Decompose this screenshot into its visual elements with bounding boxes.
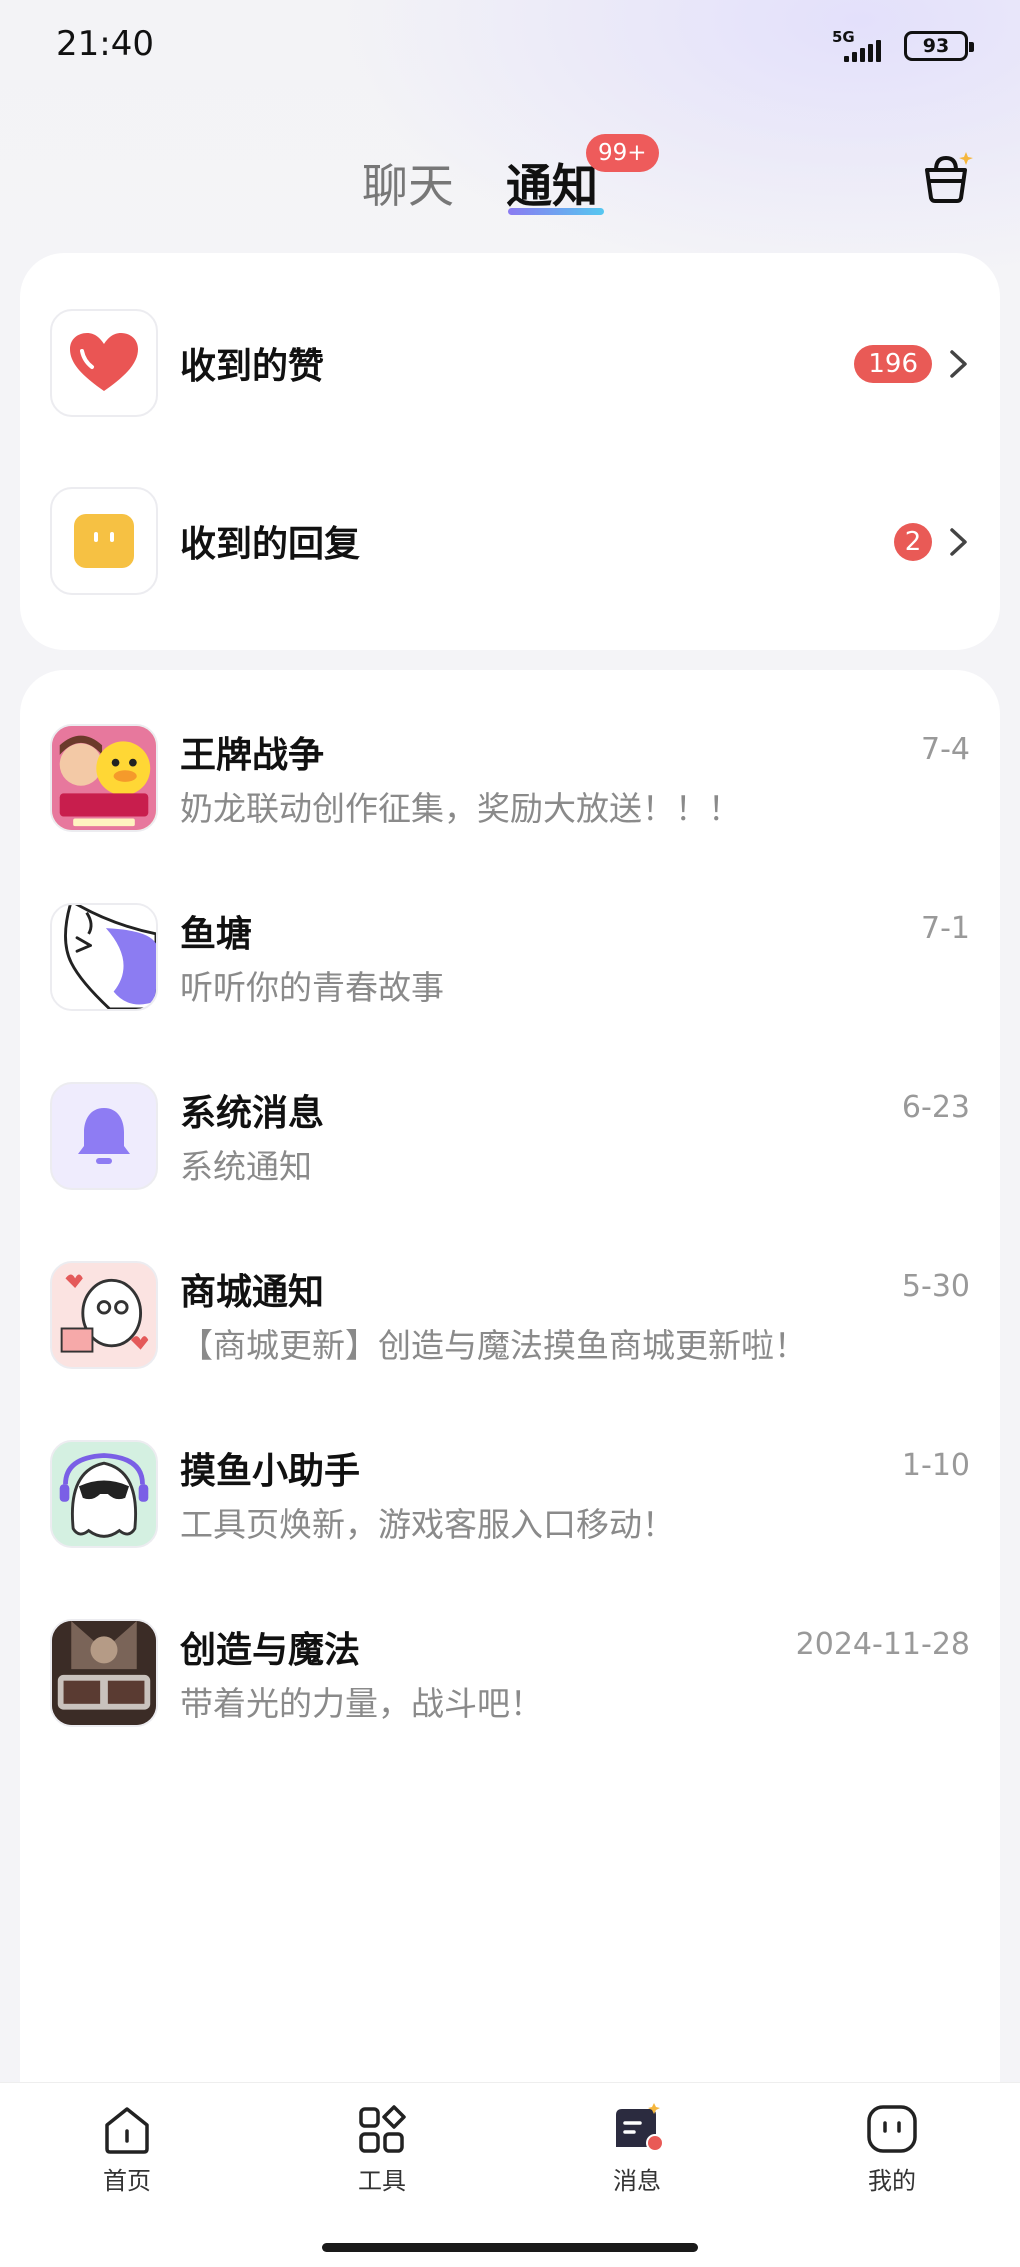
nav-profile-label: 我的	[868, 2167, 916, 2195]
nav-tools[interactable]: 工具	[322, 2103, 442, 2196]
tab-chat[interactable]: 聊天	[362, 150, 454, 216]
notification-subtitle: 听听你的青春故事	[180, 968, 444, 1007]
heart-icon	[50, 309, 158, 417]
home-indicator[interactable]	[322, 2243, 698, 2252]
nav-profile[interactable]: 我的	[832, 2103, 952, 2196]
notification-date: 2024-11-28	[795, 1627, 970, 1662]
list-item[interactable]: 创造与魔法 带着光的力量，战斗吧！ 2024-11-28	[20, 1619, 1000, 1729]
nav-messages[interactable]: 消息	[577, 2103, 697, 2196]
likes-count-badge: 196	[854, 345, 932, 383]
notification-subtitle: 系统通知	[180, 1147, 312, 1186]
replies-received-title: 收到的回复	[180, 524, 361, 565]
replies-count-badge: 2	[894, 523, 932, 561]
interaction-card: 收到的赞 196 收到的回复 2	[20, 253, 1000, 650]
tools-icon	[359, 2105, 406, 2153]
signal-icon: 5G	[830, 28, 890, 64]
header-tabs: 聊天 通知 99+	[0, 134, 1020, 230]
notification-list: 王牌战争 奶龙联动创作征集，奖励大放送！！！ 7-4 鱼塘 听听你的青春故事 7…	[20, 670, 1000, 2090]
nav-home-label: 首页	[103, 2167, 151, 2195]
list-item[interactable]: 王牌战争 奶龙联动创作征集，奖励大放送！！！ 7-4	[20, 724, 1000, 834]
assistant-mascot-icon	[50, 1440, 158, 1548]
notification-title: 鱼塘	[180, 914, 253, 955]
status-bar: 21:40 5G 93	[0, 0, 1020, 100]
basket-button[interactable]	[916, 148, 976, 208]
reply-face-icon	[50, 487, 158, 595]
bottom-nav: 首页 工具 消息 我的	[0, 2082, 1020, 2267]
list-item[interactable]: 商城通知 【商城更新】创造与魔法摸鱼商城更新啦！ 5-30	[20, 1261, 1000, 1371]
notification-title: 系统消息	[180, 1093, 325, 1134]
chevron-right-icon	[950, 528, 967, 556]
notification-date: 7-1	[921, 911, 970, 946]
battery-icon: 93	[904, 31, 974, 61]
notification-subtitle: 带着光的力量，战斗吧！	[180, 1684, 543, 1723]
basket-icon	[925, 152, 973, 203]
gift-mascot-icon	[50, 1261, 158, 1369]
nav-tools-label: 工具	[358, 2167, 406, 2195]
nav-messages-label: 消息	[613, 2167, 661, 2195]
notification-subtitle: 工具页焕新，游戏客服入口移动！	[180, 1505, 675, 1544]
notification-date: 7-4	[921, 732, 970, 767]
chevron-right-icon	[950, 350, 967, 378]
notification-date: 1-10	[901, 1448, 970, 1483]
notification-subtitle: 【商城更新】创造与魔法摸鱼商城更新啦！	[180, 1326, 807, 1365]
game-logo-icon	[50, 1619, 158, 1727]
notification-count-badge: 99+	[586, 134, 659, 172]
game-avatar-icon	[50, 724, 158, 832]
tab-notifications[interactable]: 通知	[506, 150, 598, 216]
bell-icon	[50, 1082, 158, 1190]
status-indicators: 5G 93	[830, 28, 974, 64]
notification-date: 6-23	[901, 1090, 970, 1125]
list-item[interactable]: 鱼塘 听听你的青春故事 7-1	[20, 903, 1000, 1013]
notification-subtitle: 奶龙联动创作征集，奖励大放送！！！	[180, 789, 741, 828]
likes-received-row[interactable]: 收到的赞 196	[20, 309, 1000, 419]
message-icon	[616, 2103, 664, 2152]
active-tab-indicator	[508, 208, 604, 215]
home-icon	[105, 2107, 149, 2154]
notification-title: 创造与魔法	[180, 1630, 361, 1671]
notification-title: 王牌战争	[180, 735, 325, 776]
notification-title: 摸鱼小助手	[180, 1451, 361, 1492]
battery-level: 93	[922, 35, 950, 57]
list-item[interactable]: 摸鱼小助手 工具页焕新，游戏客服入口移动！ 1-10	[20, 1440, 1000, 1550]
fish-icon	[50, 903, 158, 1011]
nav-home[interactable]: 首页	[67, 2103, 187, 2196]
tab-notifications-label: 通知	[506, 159, 598, 213]
likes-received-title: 收到的赞	[180, 346, 325, 387]
notification-date: 5-30	[901, 1269, 970, 1304]
replies-received-row[interactable]: 收到的回复 2	[20, 487, 1000, 597]
profile-icon	[867, 2105, 917, 2153]
status-time: 21:40	[56, 24, 154, 64]
notification-title: 商城通知	[180, 1272, 325, 1313]
list-item[interactable]: 系统消息 系统通知 6-23	[20, 1082, 1000, 1192]
